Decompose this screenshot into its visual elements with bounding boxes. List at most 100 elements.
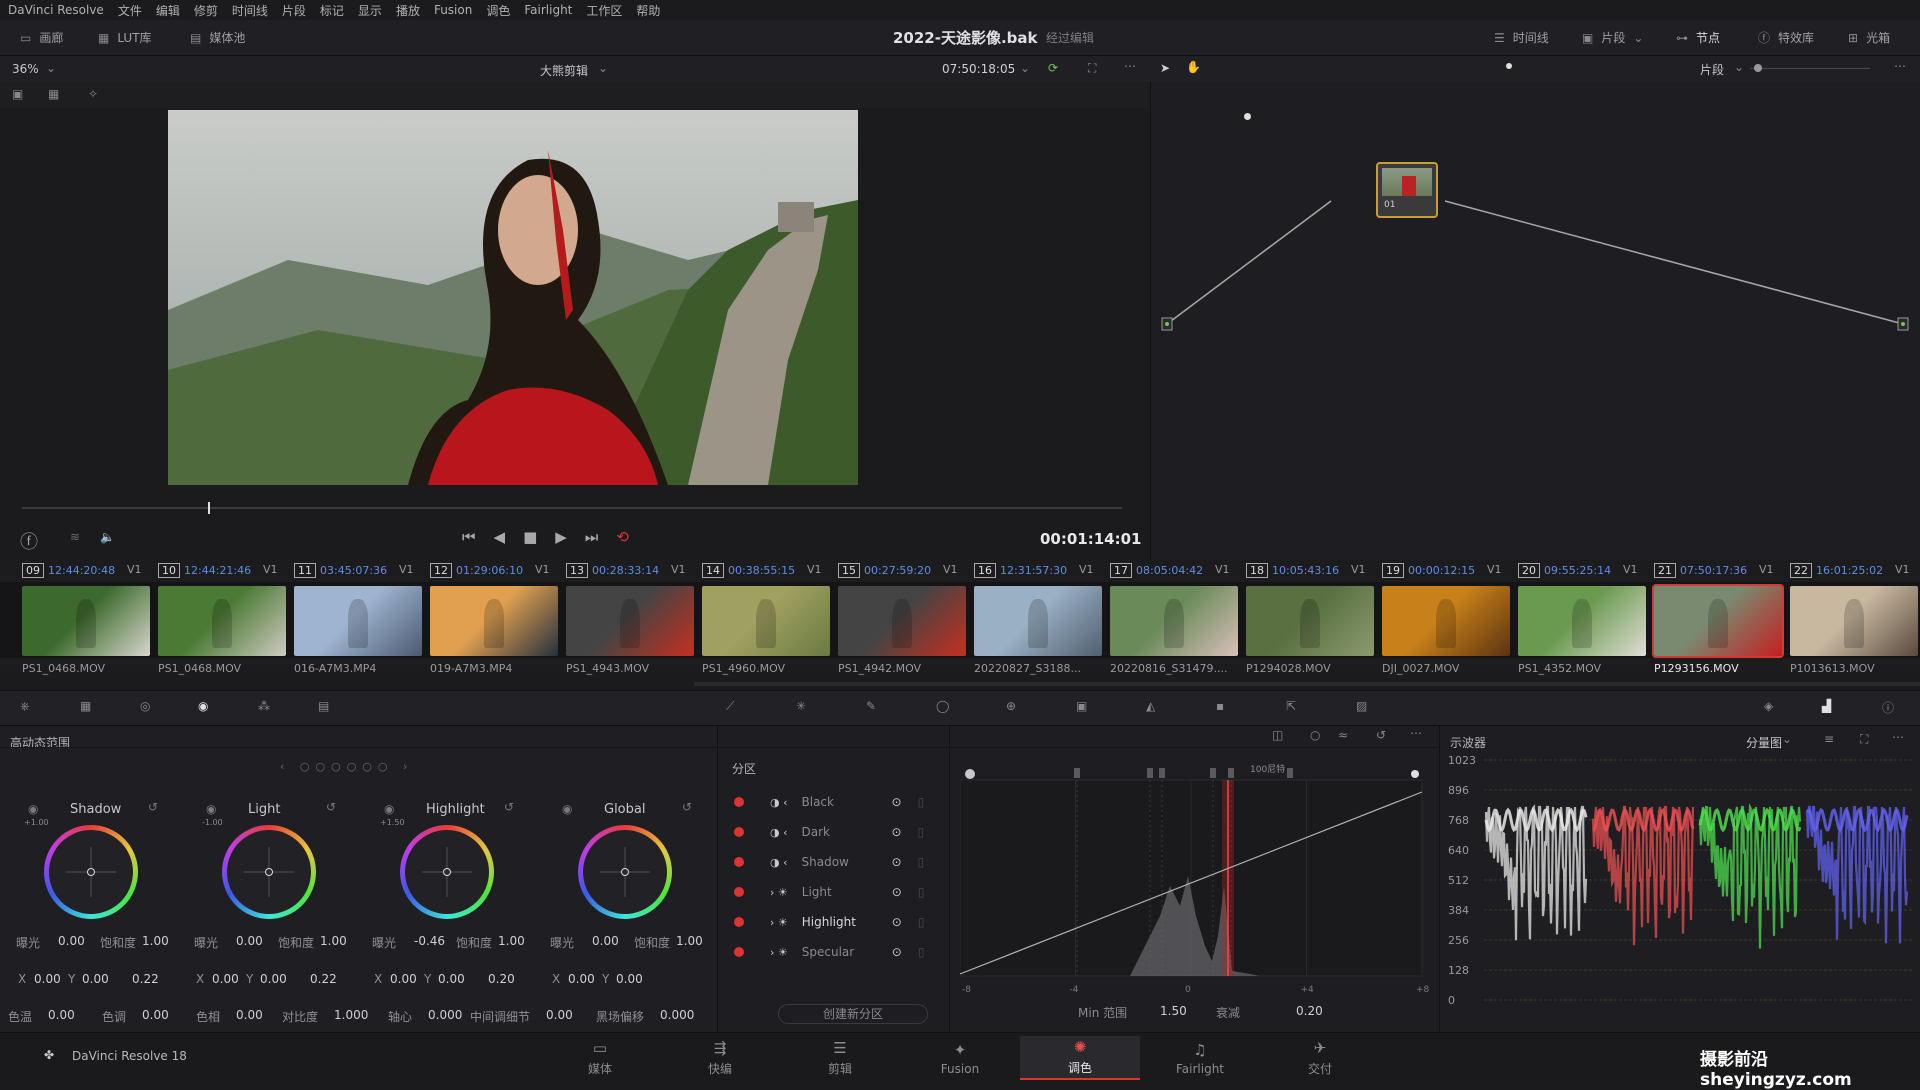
zone-direction-icon[interactable]: ◑ ‹ (770, 796, 788, 809)
clip-thumbnail[interactable] (566, 586, 694, 656)
saturation-value[interactable]: 1.00 (320, 934, 347, 948)
zone-enable-icon[interactable] (734, 947, 744, 957)
color-wheel[interactable] (44, 825, 138, 919)
menu-item[interactable]: 时间线 (232, 2, 268, 19)
clip-thumbnail[interactable] (974, 586, 1102, 656)
range-knob-icon[interactable]: ◉ (562, 802, 572, 816)
range-knob-icon[interactable]: ◉ (206, 802, 216, 816)
clip-thumbnail[interactable] (430, 586, 558, 656)
media-pool-button[interactable]: ▤ 媒体池 (190, 29, 245, 46)
create-zone-button[interactable]: 创建新分区 (778, 1004, 928, 1024)
zone-delete-icon[interactable]: ▯ (918, 915, 925, 929)
timeline-select[interactable]: 大熊剪辑 (540, 62, 588, 79)
zone-page-dots[interactable]: ‹ ○○○○○○ › (280, 760, 413, 773)
zone-direction-icon[interactable]: › ☀ (770, 946, 788, 959)
wheel-puck[interactable] (265, 868, 273, 876)
adjust-value[interactable]: 0.00 (142, 1008, 169, 1022)
page-tab[interactable]: ✦ Fusion (900, 1036, 1020, 1080)
adjust-value[interactable]: 0.00 (236, 1008, 263, 1022)
range-knob-icon[interactable]: ◉ (28, 802, 38, 816)
clip-thumbnail[interactable] (1382, 586, 1510, 656)
zone-delete-icon[interactable]: ▯ (918, 885, 925, 899)
menu-item[interactable]: 调色 (486, 2, 510, 19)
menu-item[interactable]: 文件 (118, 2, 142, 19)
volume-icon[interactable]: 🔈 (100, 530, 115, 544)
zone-target-icon[interactable]: ⊙ (892, 945, 902, 959)
loop-icon[interactable]: ⟲ (616, 528, 629, 546)
zone-direction-icon[interactable]: ◑ ‹ (770, 856, 788, 869)
reset-icon[interactable]: ↺ (504, 800, 514, 814)
source-timecode[interactable]: 07:50:18:05 (942, 62, 1015, 76)
range-knob-icon[interactable]: ◉ (384, 802, 394, 816)
wheel-puck[interactable] (87, 868, 95, 876)
split-icon[interactable]: ◫ (1272, 728, 1283, 742)
zone-direction-icon[interactable]: › ☀ (770, 916, 788, 929)
y-value[interactable]: 0.00 (260, 972, 287, 986)
adjust-value[interactable]: 0.00 (546, 1008, 573, 1022)
clip-scrollbar[interactable] (694, 682, 1920, 686)
page-tab[interactable]: ✺ 调色 (1020, 1036, 1140, 1080)
menu-item[interactable]: 工作区 (586, 2, 622, 19)
saturation-value[interactable]: 1.00 (676, 934, 703, 948)
refresh-icon[interactable]: ⟳ (1048, 61, 1058, 75)
color-wheel[interactable] (400, 825, 494, 919)
scope-settings-icon[interactable]: ≡ (1824, 732, 1834, 746)
clip-thumbnail[interactable] (1790, 586, 1918, 656)
lightbox-button[interactable]: ⊞ 光箱 (1848, 29, 1890, 46)
adjust-value[interactable]: 0.000 (428, 1008, 462, 1022)
y-value[interactable]: 0.00 (616, 972, 643, 986)
step-back-icon[interactable]: ◀ (494, 528, 506, 546)
clip-thumbnail[interactable] (294, 586, 422, 656)
qualifier-icon[interactable]: ✎ (866, 699, 876, 713)
more-options-icon[interactable]: ⋯ (1124, 59, 1136, 73)
motion-effects-icon[interactable]: ▤ (318, 699, 329, 713)
video-frame[interactable] (168, 110, 858, 485)
zone-row[interactable]: › ☀ Highlight ⊙ ▯ (722, 908, 947, 936)
zone-falloff-value[interactable]: 0.20 (488, 972, 515, 986)
layers-icon[interactable]: ≋ (70, 530, 80, 544)
menu-item[interactable]: 片段 (282, 2, 306, 19)
clips-button[interactable]: ▣ 片段 ⌄ (1582, 29, 1643, 46)
reset-icon[interactable]: ↺ (148, 800, 158, 814)
x-value[interactable]: 0.00 (568, 972, 595, 986)
picker-icon[interactable] (965, 769, 975, 779)
gallery-button[interactable]: ▭ 画廊 (20, 29, 63, 46)
exposure-value[interactable]: 0.00 (236, 934, 263, 948)
clip-thumbnail[interactable] (702, 586, 830, 656)
stop-icon[interactable]: ■ (523, 528, 537, 546)
zone-delete-icon[interactable]: ▯ (918, 795, 925, 809)
circle-icon[interactable]: ○ (1310, 728, 1320, 742)
zone-target-icon[interactable]: ⊙ (892, 885, 902, 899)
zone-row[interactable]: › ☀ Light ⊙ ▯ (722, 878, 947, 906)
fullscreen-icon[interactable]: ⛶ (1088, 61, 1096, 76)
node-mode-select[interactable]: 片段 (1700, 61, 1724, 78)
pointer-icon[interactable]: ➤ (1160, 61, 1170, 75)
page-tab[interactable]: ▭ 媒体 (540, 1036, 660, 1080)
page-tab[interactable]: ☰ 剪辑 (780, 1036, 900, 1080)
skip-forward-icon[interactable]: ⏭ (585, 528, 599, 546)
info-icon[interactable]: ⓘ (1882, 699, 1894, 716)
menu-item[interactable]: 修剪 (194, 2, 218, 19)
reset-icon[interactable]: ↺ (1376, 728, 1386, 742)
page-dot-active[interactable] (1506, 63, 1512, 69)
clip-thumbnail[interactable] (1110, 586, 1238, 656)
color-node-01[interactable]: 01 (1376, 162, 1438, 218)
blur-icon[interactable]: ◭ (1146, 699, 1155, 713)
zone-direction-icon[interactable]: ◑ ‹ (770, 826, 788, 839)
clip-thumbnail[interactable] (22, 586, 150, 656)
more-options-icon[interactable]: ⋯ (1410, 726, 1422, 740)
tracker-icon[interactable]: ⊕ (1006, 699, 1016, 713)
waveform-icon[interactable]: ≈ (1338, 728, 1348, 742)
menu-item[interactable]: Fairlight (524, 3, 572, 17)
exposure-value[interactable]: 0.00 (592, 934, 619, 948)
clip-thumbnail[interactable] (1518, 586, 1646, 656)
scrub-bar[interactable] (22, 507, 1122, 509)
primaries-wheels-icon[interactable]: ◎ (140, 699, 150, 713)
skip-back-icon[interactable]: ⏮ (462, 528, 476, 546)
zone-target-icon[interactable]: ⊙ (892, 855, 902, 869)
zone-enable-icon[interactable] (734, 857, 744, 867)
menu-item[interactable]: Fusion (434, 3, 472, 17)
rgb-mixer-icon[interactable]: ⁂ (258, 699, 270, 713)
y-value[interactable]: 0.00 (82, 972, 109, 986)
nodes-button[interactable]: ⊶ 节点 (1676, 29, 1720, 46)
